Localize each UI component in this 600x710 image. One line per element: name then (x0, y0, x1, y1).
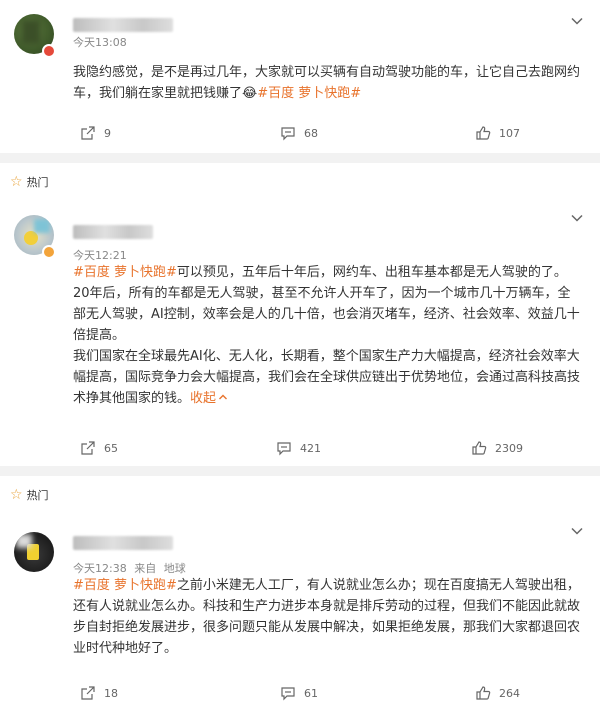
like-count: 107 (499, 126, 520, 140)
comment-count: 421 (300, 441, 321, 455)
comment-count: 61 (304, 686, 318, 700)
comment-button[interactable]: 421 (276, 436, 321, 460)
post-text: #百度 萝卜快跑#可以预见，五年后十年后，网约车、出租车基本都是无人驾驶的了。2… (73, 262, 583, 409)
like-button[interactable]: 264 (475, 681, 520, 705)
chevron-down-icon[interactable] (570, 524, 584, 538)
post-text: #百度 萝卜快跑#之前小米建无人工厂，有人说就业怎么办；现在百度搞无人驾驶出租，… (73, 575, 583, 659)
forward-icon (81, 126, 95, 140)
post-meta: 今天13:08 (73, 34, 131, 50)
username[interactable] (73, 225, 153, 239)
comment-icon (281, 127, 295, 141)
like-count: 264 (499, 686, 520, 700)
comment-button[interactable]: 68 (280, 121, 318, 145)
like-button[interactable]: 2309 (471, 436, 523, 460)
thumbs-up-icon (476, 686, 491, 700)
post-meta: 今天12:21 (73, 247, 131, 263)
hot-label: ☆ 热门 (10, 174, 49, 190)
verified-badge-icon (42, 44, 56, 58)
post-card: ☆ 热门 今天12:21 #百度 萝卜快跑#可以预见，五年后十年后，网约车、出租… (0, 163, 600, 466)
post-paragraph: 我隐约感觉，是不是再过几年，大家就可以买辆有自动驾驶功能的车，让它自己去跑网约车… (73, 62, 583, 104)
like-count: 2309 (495, 441, 523, 455)
comment-icon (277, 442, 291, 456)
topic-tag[interactable]: #百度 萝卜快跑# (73, 265, 177, 280)
post-time: 今天12:21 (73, 249, 127, 262)
post-time: 今天12:38 (73, 562, 127, 575)
comment-icon (281, 687, 295, 701)
forward-button[interactable]: 9 (80, 121, 111, 145)
comment-button[interactable]: 61 (280, 681, 318, 705)
star-icon: ☆ (10, 174, 23, 190)
chevron-up-icon (219, 394, 228, 400)
star-icon: ☆ (10, 487, 23, 503)
username[interactable] (73, 18, 173, 32)
forward-count: 18 (104, 686, 118, 700)
post-card: 今天13:08 我隐约感觉，是不是再过几年，大家就可以买辆有自动驾驶功能的车，让… (0, 0, 600, 153)
thumbs-up-icon (472, 441, 487, 455)
forward-button[interactable]: 18 (80, 681, 118, 705)
topic-tag[interactable]: #百度 萝卜快跑# (257, 86, 361, 101)
forward-count: 9 (104, 126, 111, 140)
hot-label: ☆ 热门 (10, 487, 49, 503)
post-time: 今天13:08 (73, 36, 127, 49)
comment-count: 68 (304, 126, 318, 140)
post-paragraph: 我们国家在全球最先AI化、无人化，长期看，整个国家生产力大幅提高，经济社会效率大… (73, 346, 583, 409)
text-segment: 我们国家在全球最先AI化、无人化，长期看，整个国家生产力大幅提高，经济社会效率大… (73, 349, 581, 406)
post-paragraph: #百度 萝卜快跑#之前小米建无人工厂，有人说就业怎么办；现在百度搞无人驾驶出租，… (73, 575, 583, 659)
emoji: 😂 (242, 86, 258, 101)
post-actions: 65 421 2309 (0, 436, 600, 460)
collapse-link[interactable]: 收起 (190, 391, 228, 406)
chevron-down-icon[interactable] (570, 211, 584, 225)
post-meta: 今天12:38 来自 地球 (73, 560, 190, 576)
avatar[interactable] (14, 532, 54, 572)
post-actions: 9 68 107 (0, 121, 600, 145)
post-source: 来自 (134, 562, 157, 575)
forward-count: 65 (104, 441, 118, 455)
topic-tag[interactable]: #百度 萝卜快跑# (73, 578, 177, 593)
post-card: ☆ 热门 今天12:38 来自 地球 #百度 萝卜快跑#之前小米建无人工厂，有人… (0, 476, 600, 710)
forward-button[interactable]: 65 (80, 436, 118, 460)
post-text: 我隐约感觉，是不是再过几年，大家就可以买辆有自动驾驶功能的车，让它自己去跑网约车… (73, 62, 583, 104)
chevron-down-icon[interactable] (570, 14, 584, 28)
thumbs-up-icon (476, 126, 491, 140)
username[interactable] (73, 536, 173, 550)
like-button[interactable]: 107 (475, 121, 520, 145)
forward-icon (81, 441, 95, 455)
verified-badge-icon (42, 245, 56, 259)
forward-icon (81, 686, 95, 700)
post-actions: 18 61 264 (0, 681, 600, 705)
post-paragraph: #百度 萝卜快跑#可以预见，五年后十年后，网约车、出租车基本都是无人驾驶的了。2… (73, 262, 583, 346)
post-location[interactable]: 地球 (164, 562, 186, 575)
